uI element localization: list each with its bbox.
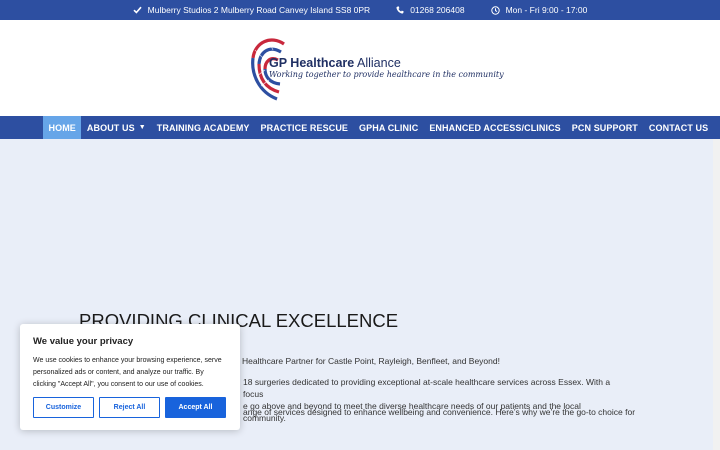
hours-info: Mon - Fri 9:00 - 17:00 [490, 5, 588, 15]
nav-contact-us[interactable]: CONTACT US [643, 116, 713, 139]
cookie-consent-banner: We value your privacy We use cookies to … [20, 324, 240, 430]
clock-icon [490, 5, 500, 15]
nav-about-us-label: ABOUT US [86, 122, 135, 133]
phone-info[interactable]: 01268 206408 [396, 5, 465, 15]
phone-icon [396, 6, 404, 14]
nav-gpha-clinic[interactable]: GPHA CLINIC [354, 116, 424, 139]
page-scrollbar[interactable] [713, 139, 720, 450]
cookie-description: We use cookies to enhance your browsing … [33, 357, 222, 388]
cookie-title: We value your privacy [33, 336, 134, 347]
accept-all-button[interactable]: Accept All [165, 397, 226, 418]
address-text: Mulberry Studios 2 Mulberry Road Canvey … [147, 5, 371, 15]
services-paragraph: ange of services designed to enhance wel… [243, 407, 636, 417]
nav-pcn-support[interactable]: PCN SUPPORT [566, 116, 643, 139]
reject-all-button[interactable]: Reject All [99, 397, 160, 418]
about-paragraph-line-1: 18 surgeries dedicated to providing exce… [243, 377, 611, 399]
phone-text[interactable]: 01268 206408 [410, 5, 464, 15]
nav-home[interactable]: HOME [43, 116, 82, 139]
site-header: GP Healthcare Alliance Working together … [0, 20, 720, 116]
customize-button[interactable]: Customize [33, 397, 94, 418]
site-logo[interactable]: GP Healthcare Alliance Working together … [251, 36, 504, 102]
logo-title: GP Healthcare Alliance [269, 56, 401, 70]
chevron-down-icon: ▼ [138, 124, 146, 131]
logo-tagline: Working together to provide healthcare i… [269, 70, 504, 79]
cookie-actions: Customize Reject All Accept All [33, 397, 226, 418]
check-icon [133, 6, 142, 14]
nav-training-academy[interactable]: TRAINING ACADEMY [151, 116, 255, 139]
nav-about-us[interactable]: ABOUT US ▼ [81, 116, 151, 139]
hours-text: Mon - Fri 9:00 - 17:00 [505, 5, 588, 15]
intro-paragraph: Healthcare Partner for Castle Point, Ray… [242, 356, 500, 366]
main-navigation: HOME ABOUT US ▼ TRAINING ACADEMY PRACTIC… [0, 116, 720, 139]
top-info-bar: Mulberry Studios 2 Mulberry Road Canvey … [0, 0, 720, 20]
nav-enhanced-access[interactable]: ENHANCED ACCESS/CLINICS [424, 116, 566, 139]
nav-practice-rescue[interactable]: PRACTICE RESCUE [255, 116, 354, 139]
address-info: Mulberry Studios 2 Mulberry Road Canvey … [133, 5, 371, 15]
